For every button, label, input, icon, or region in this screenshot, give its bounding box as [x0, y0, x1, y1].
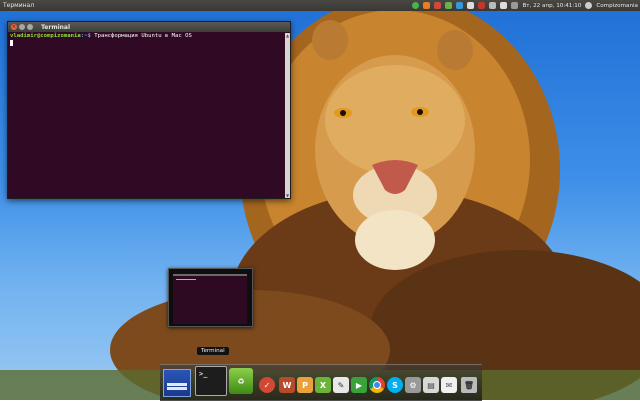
system-tray: Вт, 22 апр, 10:41:10 Compizomania	[412, 0, 638, 11]
network-icon[interactable]	[456, 2, 464, 9]
wine-icon[interactable]: W	[279, 377, 295, 393]
chrome-icon[interactable]	[369, 377, 385, 393]
terminal-window[interactable]: × Terminal vladimir@compizomania:~$ Тран…	[7, 21, 291, 199]
mail-icon[interactable]	[467, 2, 475, 9]
scroll-up-arrow-icon[interactable]: ▲	[285, 33, 290, 38]
player-icon[interactable]: ▶	[351, 377, 367, 393]
command-text: Трансформация Ubuntu в Mac OS	[90, 33, 192, 39]
mail-icon[interactable]: ✉	[441, 377, 457, 393]
ubuntu-settings-icon[interactable]: ✓	[259, 377, 275, 393]
weather-icon[interactable]	[434, 2, 442, 9]
preview-prompt-line	[176, 279, 196, 280]
dropbox-icon[interactable]	[423, 2, 431, 9]
xchat-icon[interactable]: X	[315, 377, 331, 393]
prompt-line: vladimir@compizomania:~$ Трансформация U…	[10, 33, 284, 39]
maximize-button[interactable]	[27, 24, 33, 30]
window-preview-thumbnail[interactable]	[168, 268, 253, 327]
installer-icon[interactable]: P	[297, 377, 313, 393]
archive-icon[interactable]: ▤	[423, 377, 439, 393]
dock: >_ ♻ ✓ W P X ✎ ▶ S ⚙ ▤ ✉ 🗑	[160, 364, 482, 401]
session-icon[interactable]	[585, 2, 593, 9]
dock-tooltip: Terminal	[197, 347, 229, 355]
terminal-title: Terminal	[41, 23, 71, 31]
workspaces-icon[interactable]	[163, 369, 191, 397]
indicator-icon[interactable]	[445, 2, 453, 9]
terminal-output[interactable]: vladimir@compizomania:~$ Трансформация U…	[10, 33, 284, 196]
terminal-titlebar[interactable]: × Terminal	[8, 22, 290, 32]
trash-recycle-icon[interactable]: ♻	[229, 368, 253, 394]
settings-icon[interactable]: ⚙	[405, 377, 421, 393]
terminal-cursor	[10, 40, 13, 46]
battery-icon[interactable]	[511, 2, 519, 9]
close-button[interactable]: ×	[11, 24, 17, 30]
terminal-icon[interactable]: >_	[195, 366, 227, 396]
keyboard-layout-icon[interactable]	[478, 2, 486, 9]
prompt-path: :~$	[80, 33, 91, 39]
text-editor-icon[interactable]: ✎	[333, 377, 349, 393]
user-name[interactable]: Compizomania	[596, 3, 638, 9]
minimize-button[interactable]	[19, 24, 25, 30]
scroll-down-arrow-icon[interactable]: ▼	[285, 193, 290, 198]
top-panel: Терминал Вт, 22 апр, 10:41:10 Compizoman…	[0, 0, 640, 11]
preview-terminal-content	[173, 274, 247, 324]
clock[interactable]: Вт, 22 апр, 10:41:10	[522, 3, 581, 9]
trash-icon[interactable]: 🗑	[461, 377, 477, 393]
terminal-scrollbar[interactable]: ▲ ▼	[285, 33, 290, 198]
update-icon[interactable]	[412, 2, 420, 9]
volume-icon[interactable]	[500, 2, 508, 9]
skype-icon[interactable]: S	[387, 377, 403, 393]
prompt-user: vladimir@compizomania	[10, 33, 81, 39]
bluetooth-icon[interactable]	[489, 2, 497, 9]
active-app-title: Терминал	[3, 2, 35, 9]
